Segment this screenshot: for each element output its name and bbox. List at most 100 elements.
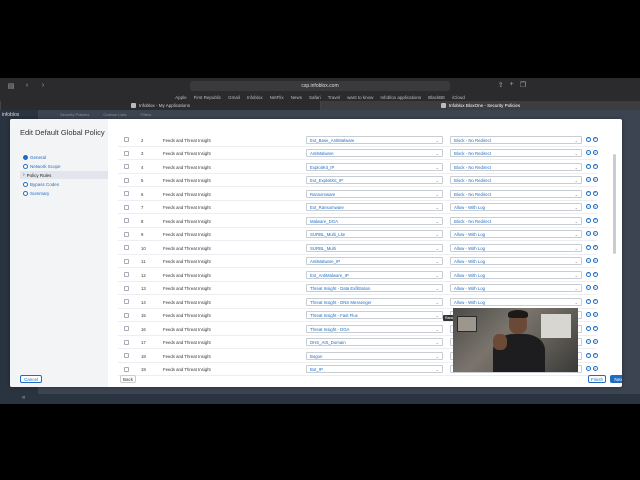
add-row-icon[interactable]: +	[592, 190, 598, 196]
row-checkbox[interactable]	[124, 258, 129, 264]
forward-arrow-icon[interactable]: ›	[38, 81, 48, 91]
add-row-icon[interactable]: +	[592, 163, 598, 169]
policy-select[interactable]: Threat Insight - Fast Flux ⌄	[306, 311, 443, 319]
row-checkbox[interactable]	[124, 285, 129, 291]
add-row-icon[interactable]: +	[592, 366, 598, 371]
action-select[interactable]: Allow - With Log ⌄	[450, 257, 582, 265]
action-select[interactable]: Allow - With Log ⌄	[450, 243, 582, 252]
remove-row-icon[interactable]: −	[586, 312, 591, 317]
row-checkbox[interactable]	[124, 177, 129, 183]
app-tab[interactable]: Custom Lists	[103, 112, 126, 117]
action-select[interactable]: Allow - With Log ⌄	[450, 284, 582, 292]
share-icon[interactable]: ⇪	[498, 81, 504, 89]
remove-row-icon[interactable]: −	[586, 285, 591, 290]
browser-tab-1[interactable]: Infoblox BloxOne - Security Policies	[320, 101, 640, 110]
row-checkbox[interactable]	[124, 326, 129, 331]
add-row-icon[interactable]: +	[592, 312, 598, 317]
policy-select[interactable]: Ext_AntiMalware_IP ⌄	[306, 270, 443, 279]
back-button[interactable]: Back	[120, 375, 136, 383]
remove-row-icon[interactable]: −	[586, 231, 591, 236]
policy-select[interactable]: Ext_Base_AntiMalware ⌄	[306, 135, 443, 144]
policy-select[interactable]: Threat Insight - Data Exfiltration ⌄	[306, 284, 443, 292]
action-select[interactable]: Allow - With Log ⌄	[450, 270, 582, 279]
bookmark-item[interactable]: iCloud	[452, 95, 465, 100]
bookmark-item[interactable]: NetFlix	[270, 95, 284, 100]
new-tab-icon[interactable]: +	[510, 81, 514, 89]
remove-row-icon[interactable]: −	[586, 258, 591, 263]
row-checkbox[interactable]	[124, 366, 129, 372]
add-row-icon[interactable]: +	[592, 258, 598, 263]
bookmark-item[interactable]: Apple	[175, 95, 187, 100]
policy-select[interactable]: SURBL_Multi ⌄	[306, 243, 443, 252]
add-row-icon[interactable]: +	[592, 271, 598, 277]
remove-row-icon[interactable]: −	[586, 217, 591, 223]
row-checkbox[interactable]	[124, 164, 129, 169]
policy-select[interactable]: SURBL_Multi_Lite ⌄	[306, 230, 443, 238]
back-arrow-icon[interactable]: ‹	[22, 81, 32, 91]
policy-select[interactable]: Malware_DGA ⌄	[306, 216, 443, 225]
action-select[interactable]: Allow - With Log ⌄	[450, 297, 582, 306]
address-bar[interactable]: csp.infoblox.com	[190, 81, 450, 91]
action-select[interactable]: Block - No Redirect ⌄	[450, 216, 582, 225]
bookmark-item[interactable]: First Republic	[194, 95, 222, 100]
action-select[interactable]: Block - No Redirect ⌄	[450, 162, 582, 171]
remove-row-icon[interactable]: −	[586, 190, 591, 196]
step-general[interactable]: General	[20, 153, 108, 161]
add-row-icon[interactable]: +	[592, 298, 598, 304]
bookmark-item[interactable]: News	[291, 95, 302, 100]
row-checkbox[interactable]	[124, 150, 129, 156]
bookmark-item[interactable]: Gmail	[228, 95, 240, 100]
action-select[interactable]: Block - No Redirect ⌄	[450, 135, 582, 144]
scrollbar[interactable]	[613, 154, 616, 254]
browser-tab-0[interactable]: Infoblox - My Applications	[0, 101, 320, 110]
policy-select[interactable]: ExploitKit_IP ⌄	[306, 162, 443, 171]
add-row-icon[interactable]: +	[592, 339, 598, 344]
row-checkbox[interactable]	[124, 312, 129, 318]
app-tab[interactable]: Security Policies	[60, 112, 89, 117]
add-row-icon[interactable]: +	[592, 325, 598, 331]
remove-row-icon[interactable]: −	[586, 366, 591, 371]
remove-row-icon[interactable]: −	[586, 298, 591, 304]
policy-select[interactable]: AntiMalware ⌄	[306, 149, 443, 157]
bookmark-item[interactable]: BlackBE	[428, 95, 445, 100]
step-policy-rules[interactable]: › Policy Rules	[20, 171, 108, 179]
cancel-button[interactable]: Cancel	[20, 375, 42, 383]
policy-select[interactable]: Bogon ⌄	[306, 351, 443, 360]
sidebar-icon[interactable]: ▤	[6, 81, 16, 91]
bookmark-item[interactable]: Safari	[309, 95, 321, 100]
finish-button[interactable]: Finish	[588, 375, 606, 383]
collapse-chevron-icon[interactable]: «	[22, 395, 25, 401]
add-row-icon[interactable]: +	[592, 150, 598, 155]
add-row-icon[interactable]: +	[592, 231, 598, 236]
policy-select[interactable]: Threat Insight - DNS Messenger ⌄	[306, 297, 443, 306]
tab-overview-icon[interactable]: ❐	[520, 81, 526, 89]
add-row-icon[interactable]: +	[592, 204, 598, 209]
step-bypass-codes[interactable]: Bypass Codes	[20, 180, 108, 188]
remove-row-icon[interactable]: −	[586, 271, 591, 277]
remove-row-icon[interactable]: −	[586, 163, 591, 169]
remove-row-icon[interactable]: −	[586, 150, 591, 155]
add-row-icon[interactable]: +	[592, 217, 598, 223]
add-row-icon[interactable]: +	[592, 177, 598, 182]
action-select[interactable]: Block - No Redirect ⌄	[450, 149, 582, 157]
add-row-icon[interactable]: +	[592, 244, 598, 250]
bookmark-item[interactable]: want to know	[347, 95, 373, 100]
row-checkbox[interactable]	[124, 137, 129, 142]
action-select[interactable]: Block - No Redirect ⌄	[450, 176, 582, 184]
remove-row-icon[interactable]: −	[586, 352, 591, 358]
row-checkbox[interactable]	[124, 339, 129, 345]
add-row-icon[interactable]: +	[592, 352, 598, 358]
row-checkbox[interactable]	[124, 218, 129, 223]
action-select[interactable]: Allow - With Log ⌄	[450, 203, 582, 211]
policy-select[interactable]: Ransomware ⌄	[306, 189, 443, 198]
remove-row-icon[interactable]: −	[586, 325, 591, 331]
action-select[interactable]: Block - No Redirect ⌄	[450, 189, 582, 198]
row-checkbox[interactable]	[124, 272, 129, 277]
bookmark-item[interactable]: Infoblox applications	[380, 95, 421, 100]
step-network-scope[interactable]: Network Scope	[20, 162, 108, 170]
policy-select[interactable]: Bot_IP ⌄	[306, 365, 443, 373]
policy-select[interactable]: AntiMalware_IP ⌄	[306, 257, 443, 265]
row-checkbox[interactable]	[124, 353, 129, 358]
add-row-icon[interactable]: +	[592, 136, 598, 142]
bookmark-item[interactable]: Infoblox	[247, 95, 263, 100]
